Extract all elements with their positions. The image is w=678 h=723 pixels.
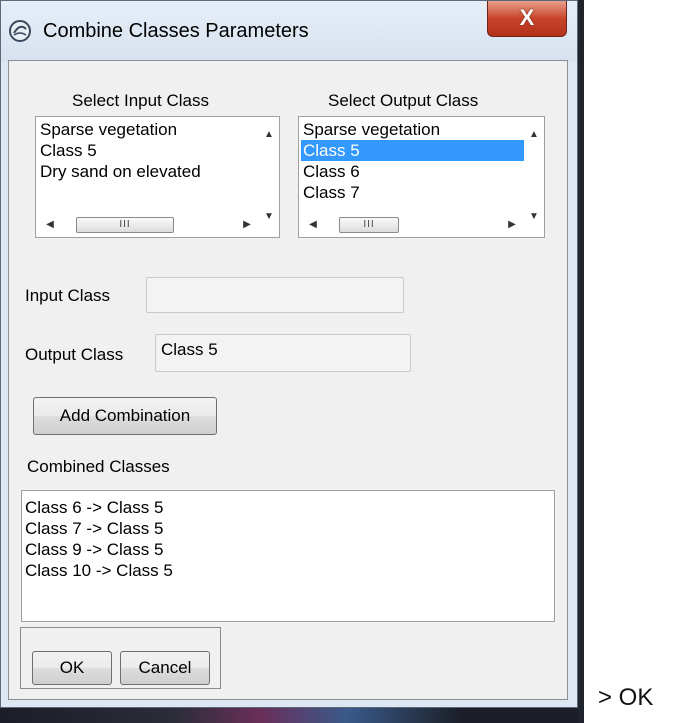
output-class-list-label: Select Output Class [328, 91, 479, 110]
combined-classes-items: Class 6 -> Class 5 Class 7 -> Class 5 Clas… [25, 497, 173, 581]
input-class-label: Input Class [25, 286, 111, 305]
combined-class-row[interactable]: Class 6 -> Class 5 [25, 497, 173, 518]
scroll-right-icon[interactable]: ▶ [239, 215, 255, 235]
window-shadow-edge [578, 0, 584, 723]
close-icon: X [519, 5, 535, 30]
output-class-vscroll[interactable]: ▲ ▼ [525, 118, 543, 236]
scroll-left-icon[interactable]: ◀ [305, 215, 321, 235]
app-icon [9, 20, 31, 42]
input-class-vscroll[interactable]: ▲ ▼ [260, 118, 278, 236]
list-item[interactable]: Class 7 [301, 182, 524, 203]
ok-button[interactable]: OK [32, 651, 112, 685]
list-item[interactable]: Sparse vegetation [301, 119, 524, 140]
list-item[interactable]: Class 6 [301, 161, 524, 182]
annotation-text: > OK [598, 684, 654, 711]
list-item[interactable]: Sparse vegetation [38, 119, 259, 140]
close-button[interactable]: X [487, 1, 567, 37]
scroll-down-icon[interactable]: ▼ [260, 208, 278, 226]
combined-classes-list[interactable]: Class 6 -> Class 5 Class 7 -> Class 5 Clas… [21, 490, 555, 622]
list-item[interactable]: Class 5 [301, 140, 524, 161]
input-class-listbox[interactable]: Sparse vegetation Class 5 Dry sand on elev… [35, 116, 280, 238]
combined-class-row[interactable]: Class 7 -> Class 5 [25, 518, 173, 539]
title-bar[interactable]: Combine Classes Parameters X [1, 1, 577, 61]
output-class-items: Sparse vegetation Class 5 Class 6 Class 7 [301, 119, 524, 203]
input-class-field[interactable] [146, 277, 404, 313]
list-item[interactable]: Class 5 [38, 140, 259, 161]
combined-classes-label: Combined Classes [27, 457, 170, 476]
scroll-thumb[interactable]: III [76, 217, 174, 233]
combined-class-row[interactable]: Class 10 -> Class 5 [25, 560, 173, 581]
scroll-left-icon[interactable]: ◀ [42, 215, 58, 235]
list-item[interactable]: Dry sand on elevated [38, 161, 259, 182]
window-title: Combine Classes Parameters [43, 20, 309, 42]
scroll-up-icon[interactable]: ▲ [260, 126, 278, 144]
output-class-hscroll[interactable]: ◀ III ▶ [301, 215, 524, 235]
taskbar-strip [0, 708, 578, 723]
cancel-button[interactable]: Cancel [120, 651, 210, 685]
output-class-label: Output Class [25, 345, 124, 364]
scroll-thumb[interactable]: III [339, 217, 399, 233]
combined-class-row[interactable]: Class 9 -> Class 5 [25, 539, 173, 560]
scroll-right-icon[interactable]: ▶ [504, 215, 520, 235]
output-class-listbox[interactable]: Sparse vegetation Class 5 Class 6 Class 7 ▲… [298, 116, 545, 238]
input-class-hscroll[interactable]: ◀ III ▶ [38, 215, 259, 235]
scroll-down-icon[interactable]: ▼ [525, 208, 543, 226]
background-desktop [578, 0, 678, 723]
scroll-up-icon[interactable]: ▲ [525, 126, 543, 144]
output-class-field[interactable]: Class 5 [155, 334, 411, 372]
input-class-list-label: Select Input Class [72, 91, 210, 110]
input-class-items: Sparse vegetation Class 5 Dry sand on elev… [38, 119, 259, 182]
add-combination-button[interactable]: Add Combination [33, 397, 217, 435]
